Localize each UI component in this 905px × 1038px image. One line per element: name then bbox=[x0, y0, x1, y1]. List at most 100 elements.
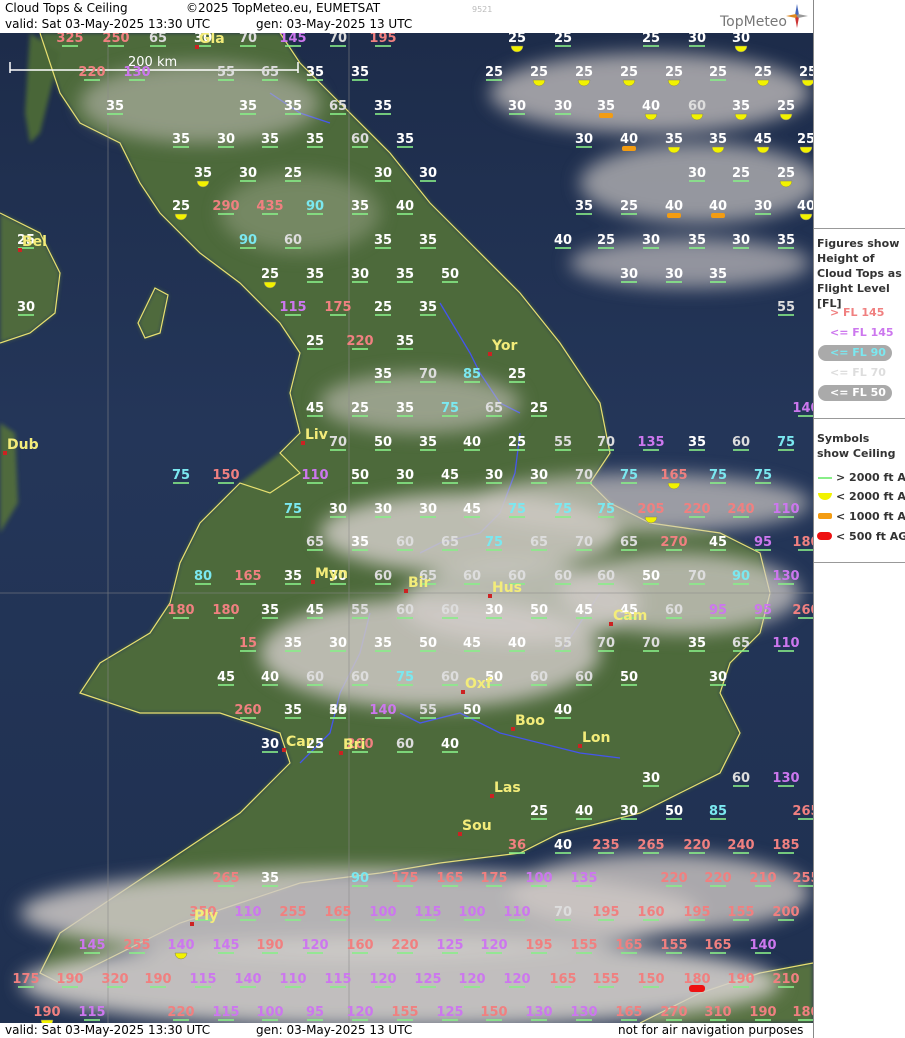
city-label[interactable]: Bir bbox=[408, 575, 430, 591]
city-label[interactable]: Liv bbox=[305, 427, 328, 443]
cloud-top-value: 35 bbox=[419, 233, 437, 248]
cloud-top-value: 60 bbox=[665, 603, 683, 618]
cloud-top-value: 30 bbox=[485, 468, 503, 483]
valid-time: valid: Sat 03-May-2025 13:30 UTC bbox=[5, 17, 211, 31]
cloud-top-value: 270 bbox=[660, 535, 687, 550]
city-label[interactable]: Dub bbox=[7, 437, 39, 453]
cloud-top-value: 30 bbox=[508, 99, 526, 114]
cloud-top-value: 70 bbox=[329, 33, 347, 46]
cloud-top-value: 35 bbox=[396, 401, 414, 416]
cloud-top-value: 200 bbox=[772, 905, 799, 920]
generated-time: gen: 03-May-2025 13 UTC bbox=[256, 17, 413, 31]
cloud-top-value: 25 bbox=[284, 166, 302, 181]
cloud-top-value: 25 bbox=[508, 435, 526, 450]
cloud-top-value: 50 bbox=[351, 468, 369, 483]
cloud-top-value: 130 bbox=[525, 1005, 552, 1020]
cloud-top-value: 65 bbox=[530, 535, 548, 550]
cloud-top-value: 40 bbox=[508, 636, 526, 651]
cloud-top-value: 15 bbox=[239, 636, 257, 651]
cloud-top-value: 30 bbox=[485, 603, 503, 618]
city-label[interactable]: Oxf bbox=[465, 676, 493, 692]
cloud-top-value: 85 bbox=[463, 367, 481, 382]
cloud-top-value: 25 bbox=[732, 166, 750, 181]
city-label[interactable]: Las bbox=[494, 780, 521, 796]
cloud-top-value: 195 bbox=[592, 905, 619, 920]
cloud-top-value: 220 bbox=[660, 871, 687, 886]
cloud-top-value: 35 bbox=[732, 99, 750, 114]
cloud-top-value: 65 bbox=[620, 535, 638, 550]
cloud-top-value: 40 bbox=[396, 199, 414, 214]
city-label[interactable]: Yor bbox=[491, 338, 517, 354]
legend-symbol-label: > 2000 ft AGL bbox=[836, 471, 905, 484]
legend-symbol-item: < 1000 ft AGL bbox=[816, 509, 905, 525]
city-label[interactable]: Bel bbox=[22, 234, 47, 250]
cloud-top-value: 30 bbox=[688, 33, 706, 46]
cloud-top-value: 25 bbox=[530, 804, 548, 819]
cloud-top-value: 180 bbox=[792, 535, 813, 550]
city-label[interactable]: Lon bbox=[582, 730, 611, 746]
cloud-top-value: 195 bbox=[525, 938, 552, 953]
cloud-top-value: 110 bbox=[772, 502, 799, 517]
cloud-top-value: 130 bbox=[570, 1005, 597, 1020]
cloud-top-value: 265 bbox=[792, 804, 813, 819]
legend-symbol-label: < 500 ft AGL bbox=[836, 530, 905, 543]
cloud-top-value: 75 bbox=[485, 535, 503, 550]
cloud-top-value: 320 bbox=[101, 972, 128, 987]
cloud-top-value: 35 bbox=[284, 569, 302, 584]
cloud-top-value: 255 bbox=[123, 938, 150, 953]
cloud-top-value: 95 bbox=[306, 1005, 324, 1020]
cloud-top-value: 115 bbox=[212, 1005, 239, 1020]
cloud-top-value: 50 bbox=[441, 267, 459, 282]
city-label[interactable]: Bri bbox=[343, 737, 365, 753]
cloud-top-value: 75 bbox=[709, 468, 727, 483]
city-label[interactable]: Boo bbox=[515, 713, 545, 729]
cloud-top-value: 25 bbox=[575, 65, 593, 80]
cloud-top-value: 30 bbox=[329, 502, 347, 517]
cloud-top-value: 220 bbox=[78, 65, 105, 80]
city-label[interactable]: Sou bbox=[462, 818, 492, 834]
ceiling-under-2000-icon bbox=[779, 113, 793, 121]
cloud-top-value: 40 bbox=[463, 435, 481, 450]
city-label[interactable]: Gla bbox=[199, 33, 225, 47]
cloud-top-value: 25 bbox=[797, 132, 813, 147]
city-label[interactable]: Myn bbox=[315, 566, 348, 582]
legend-figure-item: <= FL 90 bbox=[818, 345, 904, 361]
cloud-top-value: 115 bbox=[324, 972, 351, 987]
cloud-top-value: 65 bbox=[485, 401, 503, 416]
cloud-top-value: 30 bbox=[688, 166, 706, 181]
cloud-top-value: 30 bbox=[754, 199, 772, 214]
cloud-top-value: 30 bbox=[239, 166, 257, 181]
cloud-top-value: 30 bbox=[620, 804, 638, 819]
brand-name[interactable]: TopMeteo bbox=[720, 14, 787, 30]
city-label[interactable]: Car bbox=[286, 734, 313, 750]
cloud-top-value: 155 bbox=[727, 905, 754, 920]
cloud-top-value: 50 bbox=[530, 603, 548, 618]
cloud-top-value: 50 bbox=[642, 569, 660, 584]
cloud-top-value: 75 bbox=[441, 401, 459, 416]
cloud-top-value: 25 bbox=[777, 166, 795, 181]
cloud-top-value: 30 bbox=[17, 300, 35, 315]
cloud-top-value: 155 bbox=[592, 972, 619, 987]
cloud-top-value: 310 bbox=[704, 1005, 731, 1020]
city-label[interactable]: Ply bbox=[194, 908, 218, 924]
city-label[interactable]: Hus bbox=[492, 580, 522, 596]
cloud-top-value: 265 bbox=[637, 838, 664, 853]
cloud-top-value: 35 bbox=[284, 99, 302, 114]
cloud-top-value: 25 bbox=[508, 33, 526, 46]
cloud-top-value: 195 bbox=[369, 33, 396, 46]
satellite-map[interactable]: 200 km 325 250 65 30 70 145 70 195 25 25 25 30 30 220… bbox=[0, 33, 813, 1023]
cloud-top-value: 35 bbox=[688, 636, 706, 651]
cloud-top-value: 100 bbox=[256, 1005, 283, 1020]
cloud-top-value: 75 bbox=[172, 468, 190, 483]
city-label[interactable]: Cam bbox=[613, 608, 647, 624]
cloud-top-value: 35 bbox=[688, 435, 706, 450]
cloud-top-value: 35 bbox=[106, 99, 124, 114]
cloud-top-value: 45 bbox=[754, 132, 772, 147]
cloud-top-value: 35 bbox=[284, 636, 302, 651]
cloud-top-value: 220 bbox=[683, 838, 710, 853]
cloud-top-value: 30 bbox=[374, 166, 392, 181]
legend-figure-item: > FL 145 bbox=[818, 305, 904, 321]
cloud-top-value: 100 bbox=[458, 905, 485, 920]
cloud-top-value: 60 bbox=[306, 670, 324, 685]
cloud-top-value: 35 bbox=[374, 367, 392, 382]
